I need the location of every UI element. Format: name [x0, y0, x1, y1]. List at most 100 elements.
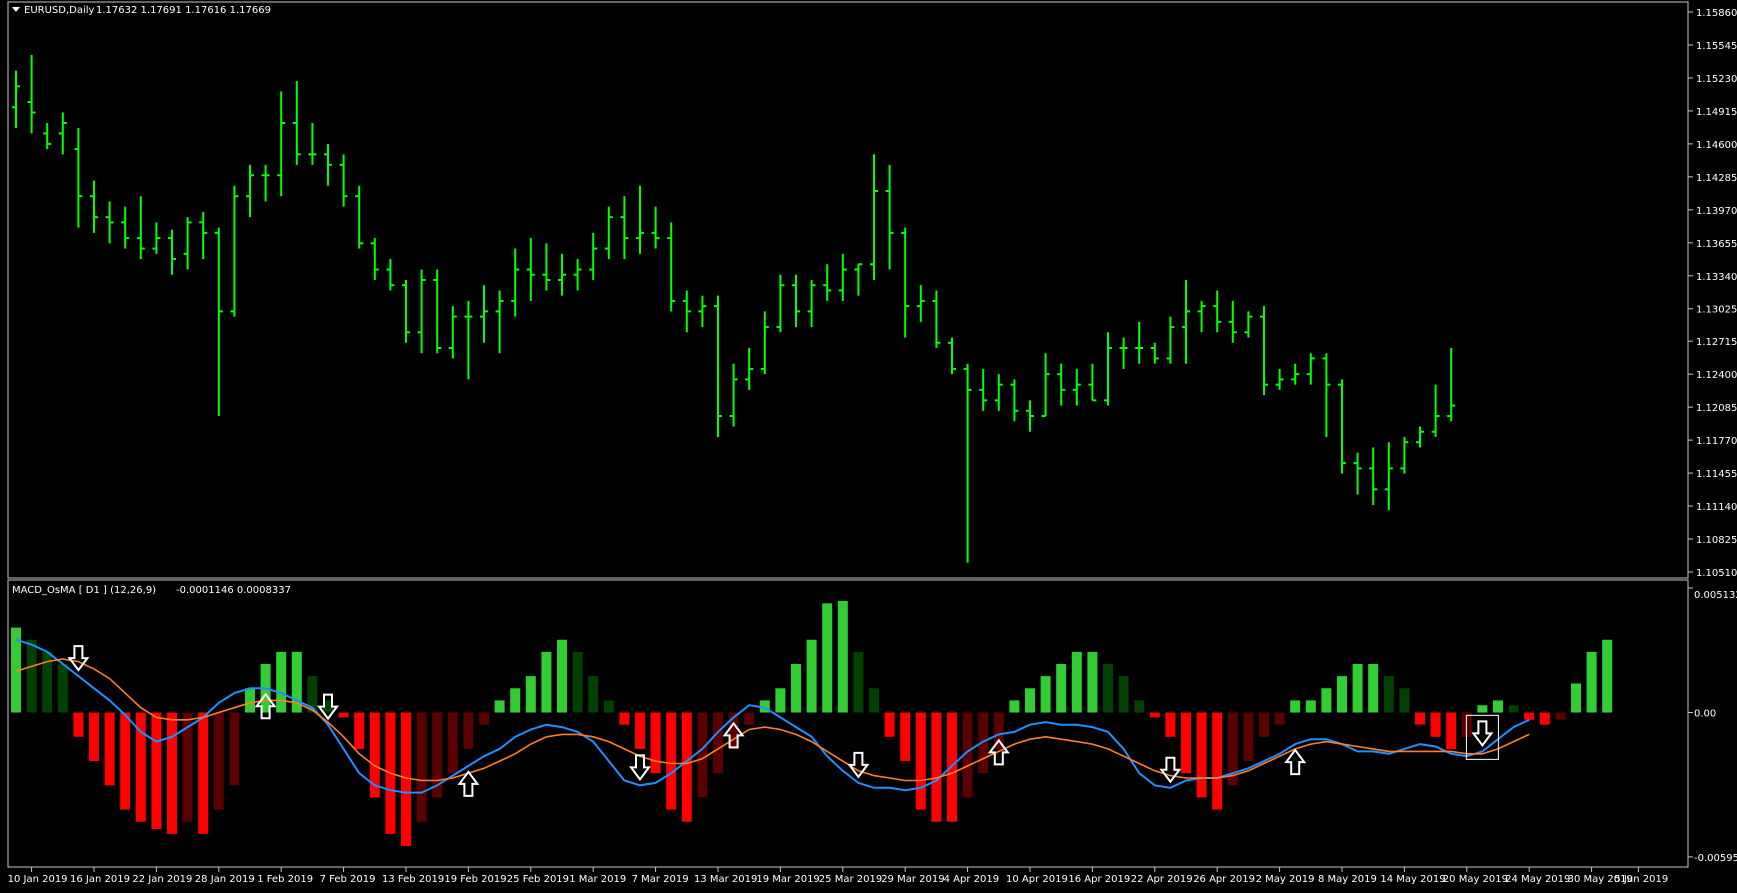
price-tick-label: 1.12085 — [1696, 403, 1737, 414]
histogram-bar — [1196, 712, 1207, 798]
histogram-bar — [1555, 712, 1566, 720]
time-tick-label: 1 Feb 2019 — [257, 874, 313, 885]
histogram-bar — [837, 600, 848, 713]
histogram-bar — [213, 712, 224, 810]
histogram-bar — [1368, 663, 1379, 713]
time-tick-label: 16 Jan 2019 — [70, 874, 130, 885]
price-tick-label: 1.10825 — [1696, 535, 1737, 546]
histogram-bar — [635, 712, 645, 749]
histogram-bar — [791, 663, 801, 713]
symbol-label: EURUSD,Daily — [24, 5, 95, 16]
histogram-bar — [1165, 712, 1176, 737]
indicator-name: MACD_OsMA [ D1 ] (12,26,9) — [12, 585, 156, 596]
histogram-bar — [900, 712, 911, 762]
histogram-bar — [276, 651, 287, 713]
histogram-bar — [1025, 688, 1035, 713]
time-tick-label: 29 Mar 2019 — [881, 874, 944, 885]
price-tick-label: 1.13655 — [1696, 239, 1737, 250]
histogram-bar — [1477, 705, 1488, 713]
time-tick-label: 1 Mar 2019 — [569, 874, 626, 885]
time-tick-label: 22 Apr 2019 — [1131, 874, 1193, 885]
price-tick-label: 1.14915 — [1696, 107, 1737, 118]
price-tick-label: 1.12400 — [1696, 370, 1737, 381]
histogram-bar — [354, 712, 365, 749]
histogram-bar — [1071, 651, 1082, 713]
price-tick-label: 1.11140 — [1696, 502, 1737, 513]
histogram-bar — [1290, 700, 1301, 713]
time-tick-label: 4 Apr 2019 — [944, 874, 999, 885]
histogram-bar — [479, 712, 489, 725]
histogram-bar — [1118, 676, 1129, 713]
price-tick-label: 1.15545 — [1696, 41, 1737, 52]
histogram-bar — [1446, 712, 1457, 749]
histogram-bar — [1586, 651, 1597, 713]
histogram-bar — [1305, 700, 1316, 713]
price-tick-label: 1.13970 — [1696, 206, 1737, 217]
price-tick-label: 1.10510 — [1696, 568, 1737, 579]
time-tick-label: 2 May 2019 — [1256, 874, 1315, 885]
histogram-bar — [744, 712, 755, 725]
histogram-bar — [245, 688, 255, 713]
histogram-bar — [151, 712, 162, 830]
price-tick-label: 1.15860 — [1696, 8, 1737, 19]
histogram-bar — [650, 712, 661, 774]
histogram-bar — [541, 651, 552, 713]
histogram-bar — [463, 712, 474, 749]
price-tick-label: 1.14285 — [1696, 173, 1737, 184]
histogram-bar — [416, 712, 427, 822]
histogram-bar — [853, 651, 864, 713]
chart-canvas[interactable]: 1.15860 1.15545 1.15230 1.14915 1.14600 1.142… — [0, 0, 1737, 889]
time-tick-label: 5 Jun 2019 — [1614, 874, 1668, 885]
histogram-bar — [1493, 700, 1503, 713]
histogram-bar — [697, 712, 708, 798]
price-tick-label: 1.11770 — [1696, 436, 1737, 447]
histogram-bar — [1212, 712, 1223, 810]
indicator-values: -0.0001146 0.0008337 — [176, 585, 291, 596]
histogram-bar — [775, 688, 786, 713]
histogram-bar — [1134, 700, 1145, 713]
time-tick-label: 13 Feb 2019 — [382, 874, 444, 885]
time-tick-label: 8 May 2019 — [1318, 874, 1377, 885]
histogram-bar — [1524, 712, 1535, 720]
time-tick-label: 25 Mar 2019 — [819, 874, 882, 885]
time-tick-label: 24 May 2019 — [1505, 874, 1570, 885]
histogram-bar — [603, 700, 614, 713]
price-tick-label: 1.11455 — [1696, 469, 1737, 480]
time-tick-label: 16 Apr 2019 — [1068, 874, 1130, 885]
time-tick-label: 7 Feb 2019 — [320, 874, 376, 885]
histogram-bar — [1243, 712, 1254, 762]
histogram-bar — [510, 688, 521, 713]
histogram-bar — [713, 712, 723, 774]
histogram-bar — [1383, 676, 1394, 713]
histogram-bar — [1087, 651, 1098, 713]
histogram-bar — [931, 712, 942, 822]
histogram-bar — [1352, 663, 1363, 713]
price-tick-label: 1.12715 — [1696, 337, 1737, 348]
histogram-bar — [1259, 712, 1269, 737]
time-tick-label: 10 Jan 2019 — [8, 874, 68, 885]
ohlc-label: 1.17632 1.17691 1.17616 1.17669 — [96, 5, 271, 16]
histogram-bar — [104, 712, 115, 786]
time-tick-label: 20 May 2019 — [1443, 874, 1508, 885]
histogram-bar — [89, 712, 99, 762]
time-tick-label: 10 Apr 2019 — [1006, 874, 1068, 885]
time-tick-label: 19 Mar 2019 — [756, 874, 819, 885]
histogram-bar — [619, 712, 630, 725]
indicator-tick-label: -0.005950 — [1694, 853, 1737, 864]
histogram-bar — [1274, 712, 1285, 725]
histogram-bar — [229, 712, 240, 786]
histogram-bar — [338, 712, 349, 718]
histogram-bar — [1040, 676, 1051, 713]
histogram-bar — [681, 712, 692, 822]
histogram-bar — [557, 639, 567, 713]
indicator-tick-label: 0.005132 — [1694, 590, 1737, 601]
histogram-bar — [1602, 639, 1613, 713]
histogram-bar — [572, 651, 583, 713]
histogram-bar — [806, 639, 817, 713]
histogram-bar — [1321, 688, 1332, 713]
time-tick-label: 22 Jan 2019 — [132, 874, 192, 885]
histogram-bar — [666, 712, 677, 810]
histogram-bar — [884, 712, 895, 737]
price-tick-label: 1.15230 — [1696, 74, 1737, 85]
chart-window: 1.15860 1.15545 1.15230 1.14915 1.14600 1.142… — [0, 0, 1737, 889]
